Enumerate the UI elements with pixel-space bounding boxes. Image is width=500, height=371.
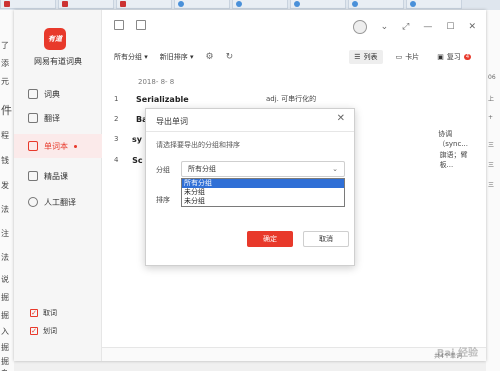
bg-text: 说 [1, 275, 9, 284]
bg-text: 注 [1, 229, 9, 238]
bg-text: 入 [1, 327, 9, 336]
tab-favicon-icon [120, 1, 126, 7]
bg-text: 件 [1, 104, 12, 117]
bg-text: 06 [488, 74, 496, 81]
divider [146, 131, 354, 132]
bg-text: 上 [488, 96, 495, 103]
browser-tab[interactable] [116, 0, 172, 9]
bg-text: 钱 [1, 156, 9, 165]
chevron-down-icon[interactable]: ⌄ [332, 162, 338, 176]
dropdown-option[interactable]: 未分组 [182, 197, 344, 206]
group-select[interactable]: 所有分组 ⌄ [181, 161, 345, 177]
bg-text: 掘 [1, 311, 9, 320]
group-select-value: 所有分组 [188, 165, 216, 173]
watermark-logo: Bai 经验 [436, 348, 478, 359]
dialog-description: 请选择要导出的分组和排序 [156, 141, 240, 149]
tab-favicon-icon [236, 1, 242, 7]
bg-text: 三 [488, 142, 495, 149]
tab-favicon-icon [4, 1, 10, 7]
confirm-button[interactable]: 确定 [247, 231, 293, 247]
browser-tab[interactable] [58, 0, 114, 9]
dropdown-option[interactable]: 所有分组 [182, 179, 344, 188]
bg-text: + [488, 114, 494, 121]
browser-tab-strip [0, 0, 500, 10]
bg-text: 添 [1, 59, 9, 68]
browser-tab[interactable] [406, 0, 462, 9]
bg-text: 法 [1, 253, 9, 262]
bg-text: 元 [1, 77, 9, 86]
bg-text: 发 [1, 181, 9, 190]
dialog-title: 导出单词 [156, 117, 188, 126]
dictionary-app-window: 有道 网易有道词典 词典 翻译 单词本 精品课 人工翻译 ✓ 取词 ✓ 划词 ⌄… [14, 10, 486, 361]
browser-tab[interactable] [290, 0, 346, 9]
bg-text: 三 [488, 182, 495, 189]
dropdown-option[interactable]: 未分组 [182, 188, 344, 197]
export-words-dialog: 导出单词 ✕ 请选择要导出的分组和排序 分组 所有分组 ⌄ 所有分组 未分组 未… [145, 108, 355, 266]
browser-tab[interactable] [174, 0, 230, 9]
bg-text: 三 [488, 162, 495, 169]
background-page-right: 06 上 + 三 三 三 [486, 10, 500, 371]
browser-tab[interactable] [232, 0, 288, 9]
close-icon[interactable]: ✕ [337, 113, 345, 124]
tab-favicon-icon [178, 1, 184, 7]
bg-text: 了 [1, 41, 9, 50]
sort-label: 排序 [156, 196, 170, 204]
tab-favicon-icon [62, 1, 68, 7]
bg-text: 法 [1, 205, 9, 214]
background-page-left: 了 添 元 件 程 钱 发 法 注 法 说 掘 掘 入 掘 掘 杂 [0, 10, 14, 371]
cancel-button[interactable]: 取消 [303, 231, 349, 247]
tab-favicon-icon [410, 1, 416, 7]
modal-overlay: 导出单词 ✕ 请选择要导出的分组和排序 分组 所有分组 ⌄ 所有分组 未分组 未… [14, 10, 486, 361]
bg-text: 掘 [1, 343, 9, 352]
bg-text: 掘 [1, 357, 9, 366]
browser-tab[interactable] [348, 0, 404, 9]
tab-favicon-icon [294, 1, 300, 7]
browser-tab[interactable] [0, 0, 56, 9]
bg-text: 程 [1, 131, 9, 140]
tab-favicon-icon [352, 1, 358, 7]
group-label: 分组 [156, 166, 170, 174]
group-dropdown-list: 所有分组 未分组 未分组 [181, 178, 345, 207]
bg-text: 掘 [1, 293, 9, 302]
